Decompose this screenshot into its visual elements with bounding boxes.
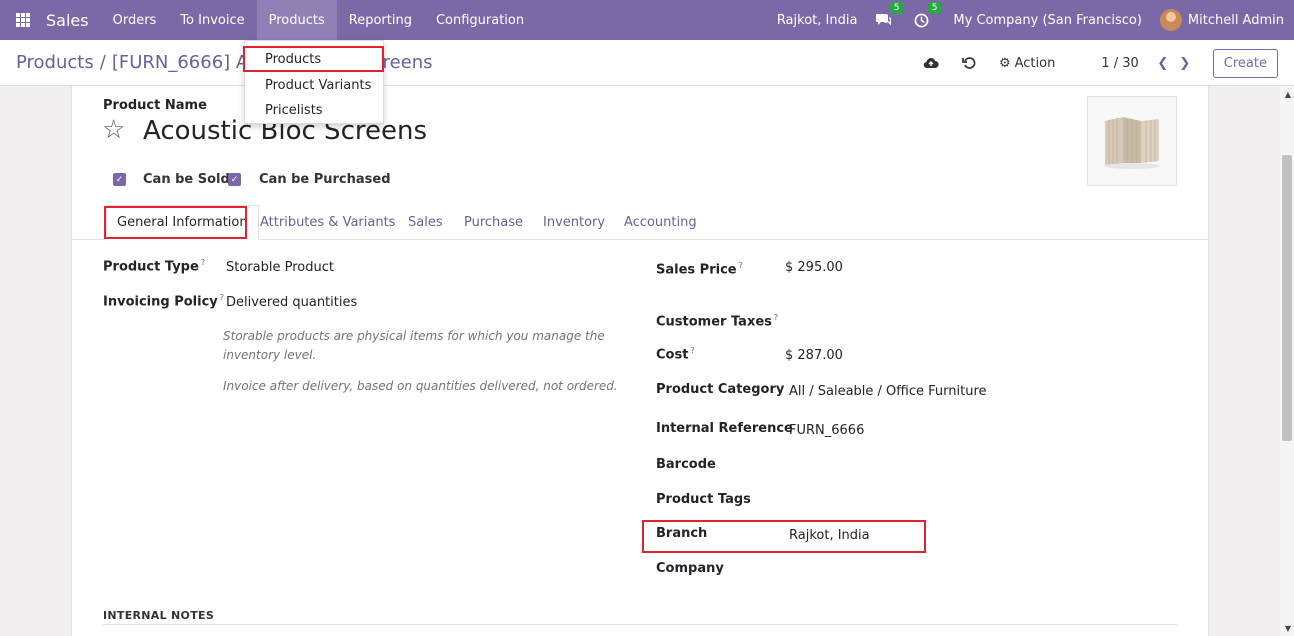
highlight-general-information-tab	[104, 206, 247, 239]
menu-reporting[interactable]: Reporting	[337, 0, 424, 40]
gear-icon: ⚙	[998, 55, 1011, 71]
product-type-help-line-1: Storable products are physical items for…	[223, 329, 605, 343]
breadcrumb-separator: /	[99, 52, 106, 73]
help-marker[interactable]: ?	[220, 293, 224, 302]
favorite-star-icon[interactable]: ☆	[102, 117, 125, 143]
cost-field[interactable]: $ 287.00	[785, 348, 843, 363]
scroll-down-icon[interactable]: ▼	[1285, 624, 1291, 633]
highlight-branch-field	[642, 520, 926, 553]
internal-reference-label: Internal Reference	[656, 421, 793, 436]
activities-clock-icon[interactable]: 5	[911, 2, 942, 30]
messages-badge: 5	[889, 2, 904, 14]
product-name-label: Product Name	[103, 98, 207, 113]
company-label: Company	[656, 561, 724, 576]
invoicing-policy-label: Invoicing Policy?	[103, 293, 225, 310]
action-menu-button[interactable]: ⚙ Action	[999, 56, 1055, 71]
tab-inventory[interactable]: Inventory	[543, 205, 605, 240]
product-category-field[interactable]: All / Saleable / Office Furniture	[789, 384, 987, 399]
help-marker[interactable]: ?	[774, 313, 778, 322]
menu-products[interactable]: Products	[256, 0, 337, 40]
top-navbar: Sales Orders To Invoice Products Reporti…	[0, 0, 1294, 40]
breadcrumb-products-link[interactable]: Products	[16, 52, 94, 73]
apps-menu-icon[interactable]	[0, 0, 46, 40]
help-marker[interactable]: ?	[690, 346, 694, 355]
messages-icon[interactable]: 5	[873, 2, 904, 30]
product-image[interactable]	[1087, 96, 1177, 186]
internal-notes-divider	[103, 624, 1177, 625]
invoicing-policy-field[interactable]: Delivered quantities	[226, 295, 357, 310]
pager-value[interactable]: 1 / 30	[1101, 56, 1138, 71]
cost-label: Cost?	[656, 346, 695, 363]
customer-taxes-label: Customer Taxes?	[656, 313, 779, 330]
activities-badge: 5	[927, 2, 942, 14]
tab-accounting[interactable]: Accounting	[624, 205, 697, 240]
scroll-up-icon[interactable]: ▲	[1285, 90, 1291, 99]
create-button[interactable]: Create	[1212, 48, 1278, 78]
internal-reference-field[interactable]: FURN_6666	[789, 423, 864, 438]
can-be-purchased-label: Can be Purchased	[259, 172, 391, 187]
menu-to-invoice[interactable]: To Invoice	[168, 0, 256, 40]
can-be-sold-label: Can be Sold	[143, 172, 230, 187]
product-tags-label: Product Tags	[656, 492, 751, 507]
user-menu[interactable]: Mitchell Admin	[1188, 13, 1284, 28]
help-marker[interactable]: ?	[201, 258, 205, 267]
branch-switcher[interactable]: Rajkot, India	[777, 13, 858, 28]
sales-price-label: Sales Price?	[656, 261, 743, 278]
action-label: Action	[1014, 55, 1056, 71]
can-be-purchased-checkbox[interactable]: ✓	[228, 173, 241, 186]
internal-notes-title: INTERNAL NOTES	[103, 609, 215, 622]
check-icon: ✓	[115, 174, 124, 185]
invoicing-policy-help: Invoice after delivery, based on quantit…	[223, 379, 618, 393]
tab-attributes-variants[interactable]: Attributes & Variants	[260, 205, 395, 240]
check-icon: ✓	[230, 174, 239, 185]
scrollbar-thumb[interactable]	[1282, 155, 1292, 441]
product-category-label: Product Category	[656, 382, 785, 397]
control-panel: Products / [FURN_6666] Acoustic Bloc Scr…	[0, 40, 1294, 86]
discard-undo-icon[interactable]	[961, 55, 977, 71]
previous-record-icon[interactable]: ❮	[1155, 55, 1171, 71]
highlight-products-menu-item	[243, 46, 384, 72]
product-type-select[interactable]: Storable Product	[226, 260, 334, 275]
app-name[interactable]: Sales	[46, 11, 89, 30]
can-be-sold-checkbox[interactable]: ✓	[113, 173, 126, 186]
dropdown-item-product-variants[interactable]: Product Variants	[265, 78, 371, 93]
menu-orders[interactable]: Orders	[101, 0, 169, 40]
product-type-help-line-2: inventory level.	[223, 348, 317, 362]
company-switcher[interactable]: My Company (San Francisco)	[953, 13, 1141, 28]
dropdown-item-pricelists[interactable]: Pricelists	[265, 103, 323, 118]
help-marker[interactable]: ?	[739, 261, 743, 270]
tab-sales[interactable]: Sales	[408, 205, 443, 240]
tab-purchase[interactable]: Purchase	[464, 205, 523, 240]
menu-configuration[interactable]: Configuration	[424, 0, 536, 40]
sales-price-field[interactable]: $ 295.00	[785, 260, 843, 275]
next-record-icon[interactable]: ❯	[1177, 55, 1193, 71]
barcode-label: Barcode	[656, 457, 716, 472]
cloud-upload-save-icon[interactable]	[923, 55, 939, 71]
avatar[interactable]	[1159, 9, 1182, 31]
product-type-label: Product Type?	[103, 258, 206, 275]
